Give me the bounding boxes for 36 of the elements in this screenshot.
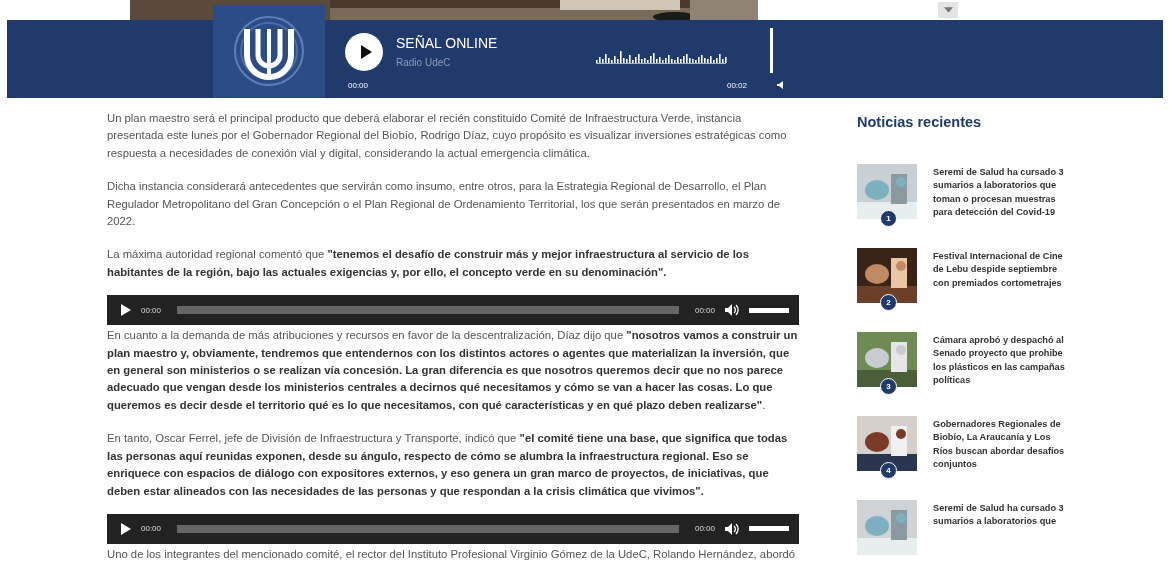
speaker-icon — [725, 304, 739, 317]
news-link[interactable]: Gobernadores Regionales de Biobío, La Araucanía y Los Ríos buscan abordar desafíos conjuntos — [933, 418, 1067, 500]
current-time: 00:00 — [141, 524, 162, 534]
article-paragraph: Uno de los integrantes del mencionado comité, el rector del Instituto Profesional Virginio Gómez de la UdeC, Rolando Hernández, abordó — [107, 546, 797, 562]
article-paragraph: En cuanto a la demanda de más atribuciones y recursos en favor de la descentralización, Díaz dijo que "nosotros vamos a construir un plan maestro y, obviamente, tendremos que entendernos con los distintos actores o agentes que materializan la inversión, que en general son ministerios o se realizan vía concesión. La gran diferencia es que nosotros queremos decir que no nos parece adecuado que vengan desde los ministerios centrales a decirnos qué necesitamos y cómo se van a hacer las cosas. Lo que queremos es decir desde el territorio qué es lo que necesitamos, con qué características y en qué plazo deben realizarse". — [107, 328, 799, 413]
dropdown-button[interactable] — [938, 2, 958, 18]
elapsed-time: 00:00 — [348, 80, 369, 90]
news-link[interactable]: Festival Internacional de Cine de Lebu despide septiembre con premiados cortometrajes — [933, 250, 1067, 332]
speaker-icon — [725, 522, 739, 535]
news-link[interactable]: Seremi de Salud ha cursado 3 sumarios a laboratorios que toman o procesan muestras para detección del Covid-19 — [933, 166, 1067, 248]
progress-track[interactable] — [177, 306, 679, 315]
total-time: 00:02 — [726, 80, 747, 90]
current-time: 00:00 — [141, 305, 162, 315]
duration-time: 00:00 — [694, 524, 715, 534]
volume-fill[interactable] — [749, 526, 789, 532]
volume-fill[interactable] — [749, 307, 789, 313]
article-paragraph: Un plan maestro será el principal producto que deberá elaborar el recién constituido Comité de Infraestructura Verde, instancia presentada este lunes por el Gobernador Regional del Biobío, Rodrigo Díaz, cuyo propósito es visualizar inversiones estratégicas como respuesta a necesidades de conexión vial y digital, considerando la actual emergencia climática. — [107, 111, 788, 161]
logo-icon — [213, 5, 325, 98]
station-subtitle: Radio UdeC — [396, 57, 452, 68]
section-heading: Noticias recientes — [857, 114, 983, 130]
caret-icon — [943, 7, 953, 13]
station-title: SEÑAL ONLINE — [396, 35, 499, 51]
news-link[interactable]: Cámara aprobó y despachó al Senado proyecto que prohibe los plásticos en las campañas políticas — [933, 334, 1067, 416]
progress-track[interactable] — [177, 524, 679, 533]
play-icon — [121, 522, 131, 535]
play-button[interactable] — [121, 304, 131, 317]
speaker-icon — [777, 81, 783, 89]
play-button[interactable] — [345, 33, 383, 71]
news-link[interactable]: Seremi de Salud ha cursado 3 sumarios a laboratorios que — [933, 502, 1067, 568]
play-icon — [121, 304, 131, 317]
play-icon — [359, 45, 372, 59]
article-paragraph: En tanto, Oscar Ferrel, jefe de División de Infraestructura y Transporte, indicó que "el comité tiene una base, que significa que todas las personas aquí reunidas exponen, desde su ángulo, respecto de cómo se alumbra la infraestructura regional. Eso se enriquece con espacios de diálogo con expositores externos, y eso genera un gran marco de proyectos, de iniciativas, que deben estar alineados con las necesidades de las personas y que respondan a la crisis climática que vivimos". — [107, 431, 789, 499]
play-button[interactable] — [121, 522, 131, 535]
duration-time: 00:00 — [694, 305, 715, 315]
article-paragraph: La máxima autoridad regional comentó que "tenemos el desafío de construir más y mejor infraestructura al servicio de los habitantes de la región, bajo las actuales exigencias y, por ello, el concepto verde en su denominación". — [107, 247, 751, 280]
article-paragraph: Dicha instancia considerará antecedentes que servirán como insumo, entre otros, para la Estrategia Regional de Desarrollo, el Plan Regulador Metropolitano del Gran Concepción o el Plan Regional de Ordenamiento Territorial, los que serán presentados en marzo de 2022. — [107, 179, 781, 230]
